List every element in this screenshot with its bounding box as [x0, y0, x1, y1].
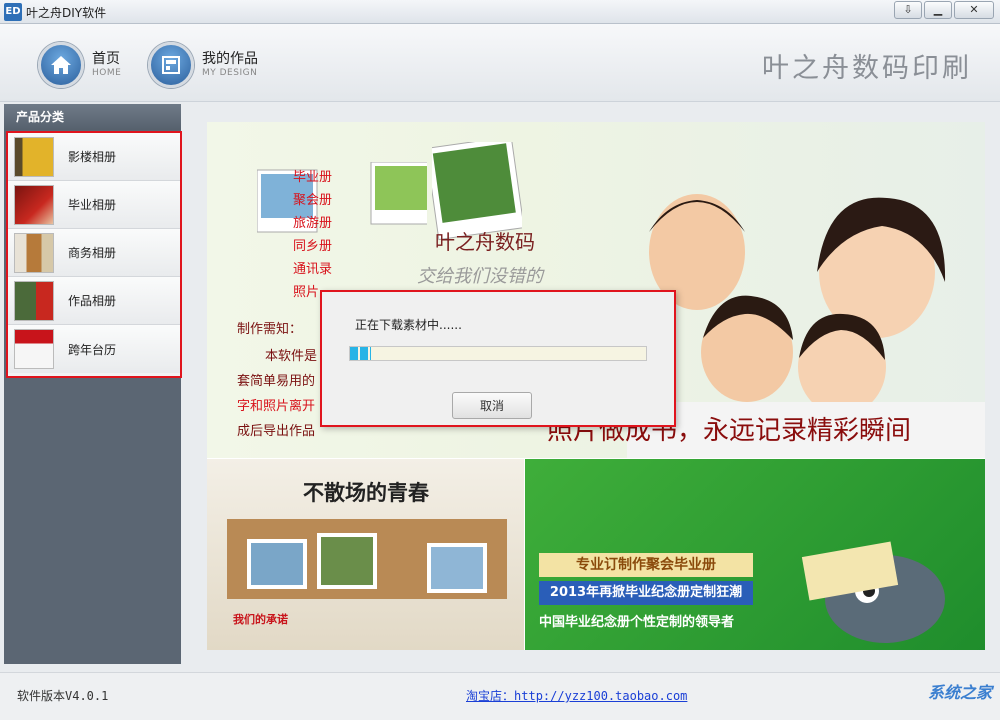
restore-button[interactable]: ⇩ — [894, 1, 922, 19]
bottom-left-caption: 我们的承诺 — [233, 613, 288, 626]
category-item-business-album[interactable]: 商务相册 — [8, 229, 180, 277]
banner-brand-sub: 交给我们没错的 — [417, 266, 543, 287]
banner-bottom-right: 专业订制作聚会毕业册 2013年再掀毕业纪念册定制狂潮 中国毕业纪念册个性定制的… — [525, 459, 985, 650]
sidebar-title: 产品分类 — [4, 104, 181, 130]
nav-my-design[interactable]: 我的作品 MY DESIGN — [148, 42, 258, 88]
category-item-graduation-album[interactable]: 毕业相册 — [8, 181, 180, 229]
progress-fill — [350, 347, 371, 360]
shop-link[interactable]: 淘宝店：http://yzz100.taobao.com — [466, 687, 687, 704]
notice-line: 字和照片离开 — [237, 399, 316, 414]
brand-title: 叶之舟数码印刷 — [762, 53, 972, 84]
banner-bottom-left: 不散场的青春 我们的承诺 — [207, 459, 524, 650]
nav-home-labels: 首页 HOME — [92, 51, 121, 79]
link-party[interactable]: 聚会册 — [293, 189, 332, 212]
classroom-photos — [227, 519, 507, 599]
shop-label: 淘宝店： — [466, 689, 515, 703]
hanging-photos — [257, 162, 427, 233]
download-progress-bar — [349, 346, 647, 361]
notice-line: 套简单易用的 — [237, 374, 316, 389]
category-label: 商务相册 — [68, 246, 117, 260]
window-title: 叶之舟DIY软件 — [26, 6, 107, 20]
bottom-right-line-3: 中国毕业纪念册个性定制的领导者 — [539, 615, 735, 630]
graduation-album-thumbnail — [14, 184, 54, 225]
nav-my-design-labels: 我的作品 MY DESIGN — [202, 51, 258, 79]
header: 首页 HOME 我的作品 MY DESIGN 叶之舟数码印刷 — [0, 24, 1000, 102]
footer: 软件版本V4.0.1 淘宝店：http://yzz100.taobao.com … — [0, 672, 1000, 720]
category-label: 作品相册 — [68, 294, 117, 308]
cartoon-mascot — [801, 541, 945, 643]
nav-home[interactable]: 首页 HOME — [38, 42, 121, 88]
notice-text: 本软件是 套简单易用的 字和照片离开 成后导出作品 — [237, 344, 317, 444]
category-item-portfolio-album[interactable]: 作品相册 — [8, 277, 180, 325]
portfolio-album-thumbnail — [14, 280, 54, 321]
download-dialog: 正在下载素材中...... 取消 — [320, 290, 676, 427]
link-travel[interactable]: 旅游册 — [293, 212, 332, 235]
sidebar: 产品分类 影楼相册 毕业相册 商务相册 作品相册 跨年台历 — [4, 104, 182, 664]
notice-line: 本软件是 — [265, 349, 318, 364]
bottom-left-title: 不散场的青春 — [303, 480, 429, 505]
nav-home-sub: HOME — [92, 68, 122, 78]
close-button[interactable]: ✕ — [954, 1, 994, 19]
category-label: 毕业相册 — [68, 198, 117, 212]
nav-my-design-label: 我的作品 — [202, 51, 258, 67]
cancel-button[interactable]: 取消 — [452, 392, 532, 419]
link-graduation[interactable]: 毕业册 — [293, 166, 332, 189]
watermark: 系统之家 — [927, 683, 992, 702]
notice-line: 成后导出作品 — [237, 424, 316, 439]
banner-brand: 叶之舟数码 — [435, 230, 535, 254]
window-controls: ⇩ ▁ ✕ — [892, 1, 994, 19]
design-icon — [148, 42, 194, 88]
link-directory[interactable]: 通讯录 — [293, 258, 332, 281]
dialog-message: 正在下载素材中...... — [355, 318, 462, 332]
home-icon — [38, 42, 84, 88]
calendar-thumbnail — [14, 329, 54, 369]
product-links: 毕业册 聚会册 旅游册 同乡册 通讯录 照片 — [293, 166, 332, 304]
category-label: 影楼相册 — [68, 150, 117, 164]
nav-home-label: 首页 — [92, 51, 120, 67]
minimize-button[interactable]: ▁ — [924, 1, 952, 19]
category-list: 影楼相册 毕业相册 商务相册 作品相册 跨年台历 — [6, 131, 182, 378]
title-bar: ED 叶之舟DIY软件 ⇩ ▁ ✕ — [0, 0, 1000, 24]
bottom-right-line-2: 2013年再掀毕业纪念册定制狂潮 — [539, 581, 753, 605]
link-hometown[interactable]: 同乡册 — [293, 235, 332, 258]
category-item-studio-album[interactable]: 影楼相册 — [8, 133, 180, 181]
bottom-right-line-1: 专业订制作聚会毕业册 — [539, 553, 753, 577]
version-label: 软件版本V4.0.1 — [17, 689, 109, 703]
category-item-calendar[interactable]: 跨年台历 — [8, 325, 180, 373]
app-icon: ED — [4, 3, 22, 21]
category-label: 跨年台历 — [68, 342, 117, 357]
nav-my-design-sub: MY DESIGN — [202, 68, 258, 78]
business-album-thumbnail — [14, 232, 54, 273]
studio-album-thumbnail — [14, 136, 54, 177]
shop-url[interactable]: http://yzz100.taobao.com — [514, 689, 687, 703]
notice-title: 制作需知： — [237, 322, 303, 337]
